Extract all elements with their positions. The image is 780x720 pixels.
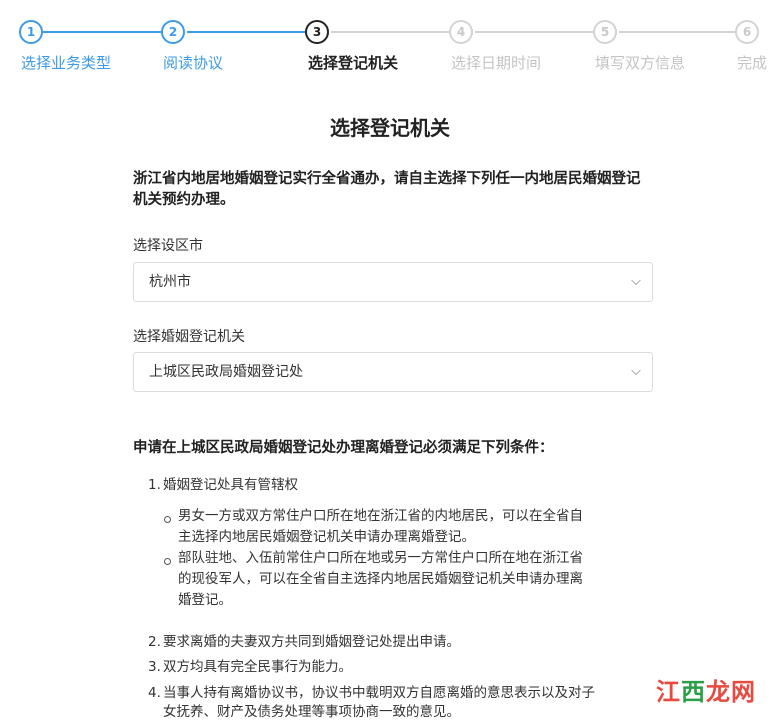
step-6-circle: 6 bbox=[735, 20, 759, 44]
city-select-label: 选择设区市 bbox=[133, 238, 203, 254]
bullet-icon bbox=[164, 558, 171, 565]
condition-text: 婚姻登记处具有管辖权 bbox=[163, 477, 298, 493]
step-connector bbox=[475, 31, 593, 33]
sub-item-line: 的现役军人，可以在全省自主选择内地居民婚姻登记机关申请办理离 bbox=[178, 571, 583, 587]
city-select-value: 杭州市 bbox=[149, 274, 191, 290]
condition-item: 3. 双方均具有完全民事行为能力。 bbox=[148, 655, 352, 675]
step-6-label: 完成 bbox=[736, 54, 768, 72]
office-select[interactable]: 上城区民政局婚姻登记处 bbox=[133, 352, 653, 392]
condition-text: 女抚养、财产及债务处理等事项协商一致的意见。 bbox=[163, 704, 460, 720]
condition-text: 当事人持有离婚协议书，协议书中载明双方自愿离婚的意思表示以及对子 bbox=[163, 685, 595, 701]
step-4-circle: 4 bbox=[449, 20, 473, 44]
step-4-label: 选择日期时间 bbox=[450, 54, 542, 72]
sub-item-line: 主选择内地居民婚姻登记机关申请办理离婚登记。 bbox=[178, 529, 475, 545]
step-connector bbox=[619, 31, 737, 33]
bullet-icon bbox=[164, 516, 171, 523]
condition-number: 3. bbox=[148, 659, 161, 675]
chevron-down-icon bbox=[631, 369, 641, 376]
step-2-label[interactable]: 阅读协议 bbox=[163, 52, 223, 73]
condition-item: 4. 当事人持有离婚协议书，协议书中载明双方自愿离婚的意思表示以及对子 bbox=[148, 681, 595, 701]
condition-sub-item: 男女一方或双方常住户口所在地在浙江省的内地居民，可以在全省自 主选择内地居民婚姻… bbox=[178, 506, 608, 548]
watermark-logo: 江西龙网 bbox=[656, 672, 774, 706]
condition-text: 要求离婚的夫妻双方共同到婚姻登记处提出申请。 bbox=[163, 634, 460, 650]
condition-text: 双方均具有完全民事行为能力。 bbox=[163, 659, 352, 675]
office-select-label: 选择婚姻登记机关 bbox=[133, 329, 245, 345]
watermark-part: 江 bbox=[656, 678, 681, 706]
step-3-label: 选择登记机关 bbox=[307, 54, 399, 72]
step-5-circle: 5 bbox=[593, 20, 617, 44]
conditions-title: 申请在上城区民政局婚姻登记处办理离婚登记必须满足下列条件： bbox=[133, 440, 554, 456]
condition-number: 4. bbox=[148, 685, 161, 701]
condition-item: 1. 婚姻登记处具有管辖权 bbox=[148, 473, 298, 493]
step-3-circle: 3 bbox=[305, 20, 329, 44]
step-connector bbox=[43, 31, 161, 33]
step-5-label: 填写双方信息 bbox=[594, 54, 686, 72]
condition-item-continued: 女抚养、财产及债务处理等事项协商一致的意见。 bbox=[148, 700, 460, 720]
condition-number: 2. bbox=[148, 634, 161, 650]
condition-sub-item: 部队驻地、入伍前常住户口所在地或另一方常住户口所在地在浙江省 的现役军人，可以在… bbox=[178, 548, 608, 611]
condition-item: 2. 要求离婚的夫妻双方共同到婚姻登记处提出申请。 bbox=[148, 630, 460, 650]
page-title: 选择登记机关 bbox=[330, 116, 450, 140]
watermark-part: 西 bbox=[681, 678, 706, 706]
step-connector bbox=[187, 31, 305, 33]
sub-item-line: 部队驻地、入伍前常住户口所在地或另一方常住户口所在地在浙江省 bbox=[178, 550, 583, 566]
sub-item-line: 男女一方或双方常住户口所在地在浙江省的内地居民，可以在全省自 bbox=[178, 508, 583, 524]
step-1-label[interactable]: 选择业务类型 bbox=[21, 52, 111, 73]
chevron-down-icon bbox=[631, 279, 641, 286]
step-2-circle[interactable]: 2 bbox=[161, 20, 185, 44]
condition-number: 1. bbox=[148, 477, 161, 493]
progress-stepper: 1 2 3 4 5 6 选择业务类型 阅读协议 选择登记机关 选择日期时间 填写… bbox=[0, 0, 780, 80]
watermark-part: 龙网 bbox=[706, 678, 756, 706]
notice-text: 浙江省内地居地婚姻登记实行全省通办，请自主选择下列任一内地居民婚姻登记机关预约办… bbox=[133, 171, 641, 208]
step-connector bbox=[331, 31, 449, 33]
step-1-circle[interactable]: 1 bbox=[19, 20, 43, 44]
city-select[interactable]: 杭州市 bbox=[133, 262, 653, 302]
sub-item-line: 婚登记。 bbox=[178, 592, 232, 608]
office-select-value: 上城区民政局婚姻登记处 bbox=[149, 364, 303, 380]
